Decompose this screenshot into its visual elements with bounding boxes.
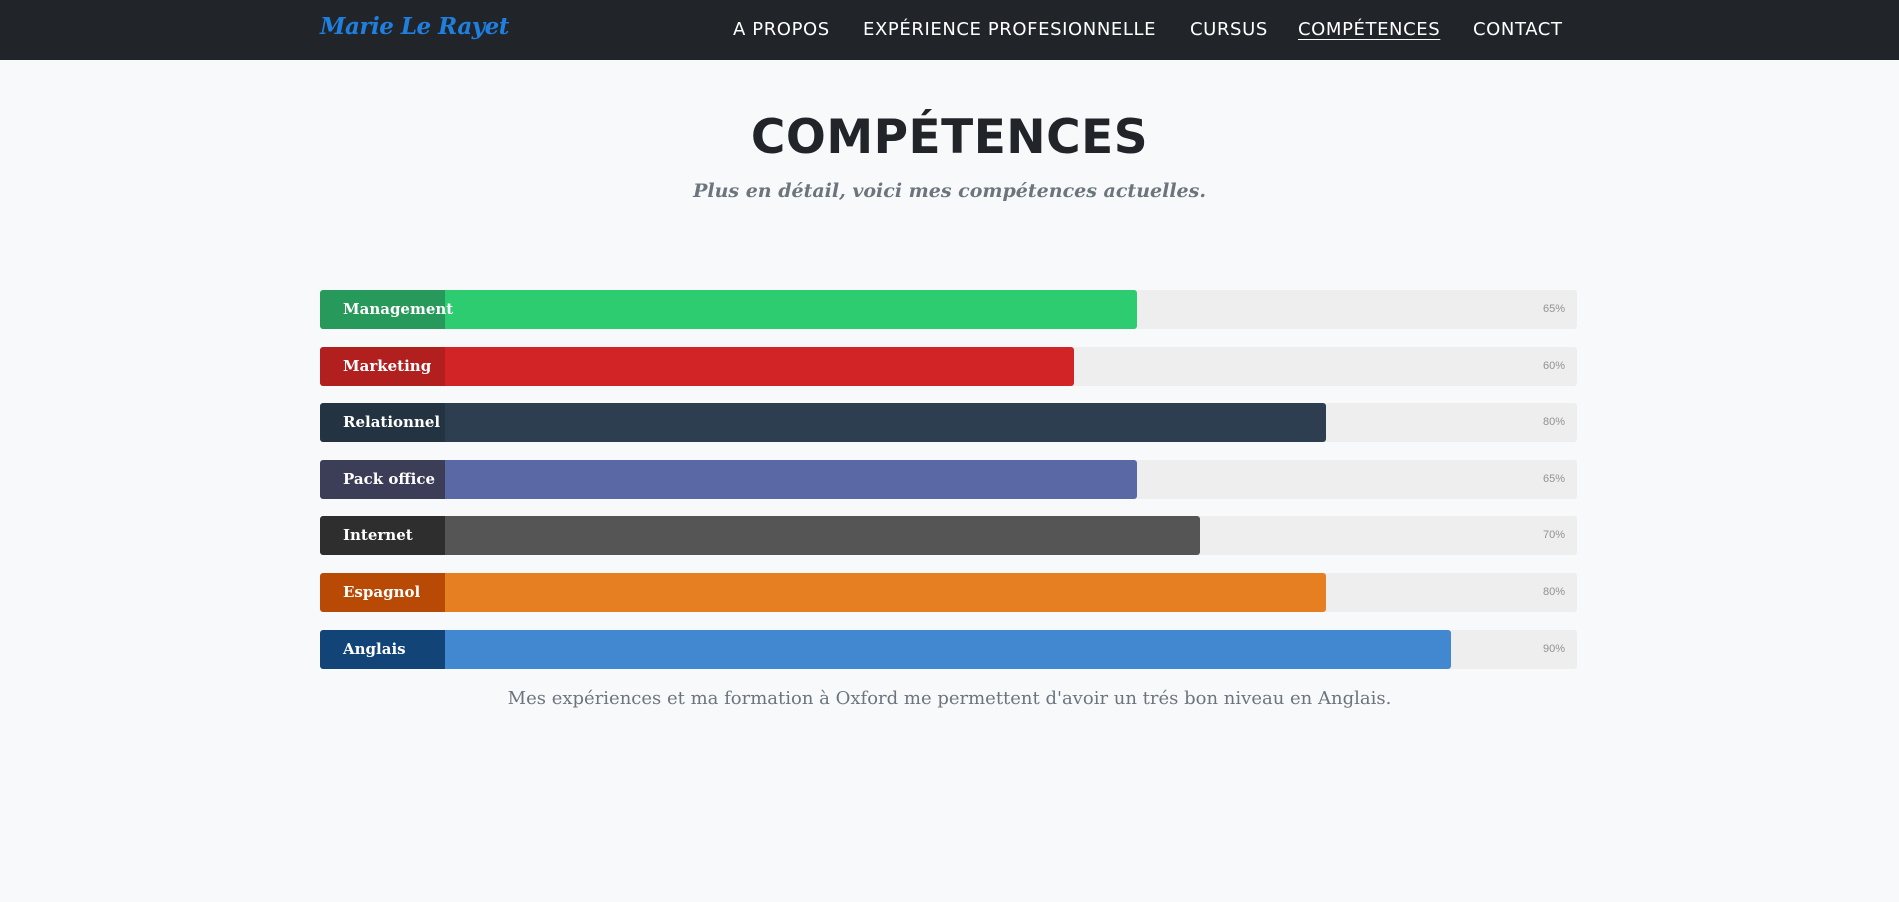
skills-note: Mes expériences et ma formation à Oxford… — [507, 688, 1392, 709]
skill-bar-relationnel: Relationnel 80% — [320, 403, 1577, 443]
skill-fill — [320, 516, 1200, 556]
skill-label: Marketing — [320, 346, 445, 386]
skill-label: Pack office — [320, 459, 445, 499]
section-subheading: Plus en détail, voici mes compétences ac… — [693, 180, 1206, 202]
skill-fill — [320, 572, 1326, 612]
skill-percent: 80% — [1542, 585, 1565, 598]
skill-bar-internet: Internet 70% — [320, 516, 1577, 556]
skill-bar-management: Management 65% — [320, 290, 1577, 329]
nav-link-cursus[interactable]: CURSUS — [1190, 19, 1268, 40]
skill-percent: 65% — [1542, 472, 1565, 485]
skill-fill — [320, 403, 1326, 443]
nav-link-experience[interactable]: EXPÉRIENCE PROFESIONNELLE — [863, 19, 1156, 40]
navbar: Marie Le Rayet A PROPOS EXPÉRIENCE PROFE… — [0, 0, 1899, 60]
skill-percent: 80% — [1542, 416, 1565, 429]
skill-label: Internet — [320, 516, 445, 556]
skill-label: Management — [320, 290, 453, 329]
skill-bar-anglais: Anglais 90% — [320, 629, 1577, 669]
section-heading: COMPÉTENCES — [750, 110, 1149, 165]
skill-percent: 90% — [1542, 642, 1565, 655]
skill-bar-marketing: Marketing 60% — [320, 346, 1577, 386]
skills-list: Management 65% Marketing 60% Relationnel… — [320, 290, 1577, 686]
skill-bar-pack-office: Pack office 65% — [320, 459, 1577, 499]
nav-link-a-propos[interactable]: A PROPOS — [733, 19, 830, 40]
nav-link-contact[interactable]: CONTACT — [1473, 19, 1563, 40]
brand-logo[interactable]: Marie Le Rayet — [320, 13, 509, 40]
skill-percent: 70% — [1542, 529, 1565, 542]
nav-link-competences[interactable]: COMPÉTENCES — [1298, 19, 1440, 40]
skill-label: Anglais — [320, 629, 445, 669]
skill-bar-espagnol: Espagnol 80% — [320, 572, 1577, 612]
skill-fill — [320, 629, 1452, 669]
skill-percent: 60% — [1542, 359, 1565, 372]
skill-label: Espagnol — [320, 572, 445, 612]
skill-label: Relationnel — [320, 403, 445, 443]
skill-percent: 65% — [1542, 303, 1565, 315]
